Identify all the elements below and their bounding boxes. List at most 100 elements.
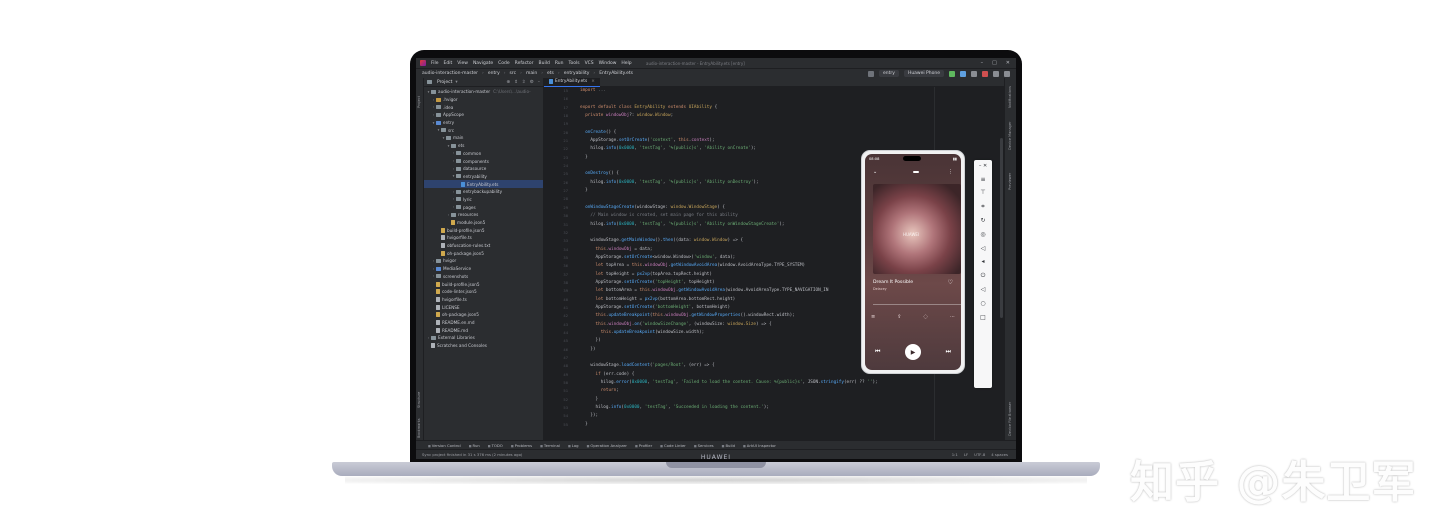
- tree-item[interactable]: Scratches and Consoles: [424, 342, 543, 350]
- tree-item[interactable]: ▾ audio-interaction-master C:\Users\...\au…: [424, 88, 543, 96]
- volume-down-icon[interactable]: ◂: [981, 258, 984, 265]
- search-icon[interactable]: [993, 70, 999, 77]
- caret-position[interactable]: 1:1: [952, 452, 958, 457]
- close-icon[interactable]: ✕: [1006, 60, 1010, 66]
- run-icon[interactable]: [949, 70, 955, 77]
- menu-view[interactable]: View: [457, 61, 468, 66]
- tree-item[interactable]: oh-package.json5: [424, 249, 543, 257]
- progress-bar[interactable]: [873, 304, 961, 305]
- tool-arkui-inspector[interactable]: ArkUI Inspector: [743, 443, 776, 448]
- tree-item[interactable]: › entrybackupability: [424, 188, 543, 196]
- next-icon[interactable]: ⏭: [946, 348, 951, 356]
- tree-item[interactable]: › hvigor: [424, 257, 543, 265]
- close-tab-icon[interactable]: ×: [591, 79, 595, 84]
- previewer-tool-button[interactable]: Previewer: [1008, 173, 1012, 190]
- bookmarks-tool-button[interactable]: Bookmarks: [417, 418, 421, 438]
- menu-edit[interactable]: Edit: [444, 61, 453, 66]
- device-select[interactable]: Huawei Phone: [903, 70, 944, 77]
- more-options-icon[interactable]: ⋯: [950, 314, 955, 320]
- more-icon[interactable]: ⋮: [948, 169, 953, 175]
- recent-apps-icon[interactable]: □: [980, 314, 986, 321]
- crop-icon[interactable]: ⌗: [981, 203, 984, 211]
- breadcrumb-main[interactable]: main: [526, 71, 537, 76]
- home-icon[interactable]: ○: [980, 300, 985, 307]
- expand-all-icon[interactable]: ⇕: [514, 80, 518, 85]
- maximize-icon[interactable]: □: [992, 60, 997, 66]
- tool-problems[interactable]: Problems: [511, 443, 533, 448]
- tree-item[interactable]: › .idea: [424, 103, 543, 111]
- tree-item[interactable]: README.md: [424, 326, 543, 334]
- menu-window[interactable]: Window: [599, 61, 617, 66]
- back-icon[interactable]: ◁: [981, 286, 986, 293]
- chevron-down-icon[interactable]: ⌄: [873, 169, 877, 175]
- rotate-icon[interactable]: ↻: [980, 217, 985, 224]
- tree-item[interactable]: › pages: [424, 203, 543, 211]
- project-tool-button[interactable]: Project: [417, 96, 421, 108]
- tree-item[interactable]: ▾ entry: [424, 119, 543, 127]
- tool-profiler[interactable]: Profiler: [635, 443, 652, 448]
- close-icon[interactable]: – ✕: [979, 163, 987, 169]
- stop-icon[interactable]: [982, 70, 988, 77]
- gear-icon[interactable]: [1004, 70, 1010, 77]
- menu-vcs[interactable]: VCS: [585, 61, 594, 66]
- phone-screen[interactable]: 08:08 ▮▮ ⌄ ⋮ HUAWEI Dream It Possible De…: [865, 154, 961, 370]
- tree-item[interactable]: › screenshots: [424, 273, 543, 281]
- breadcrumb-entryability[interactable]: entryability: [564, 71, 590, 76]
- editor-tab[interactable]: EntryAbility.ets ×: [544, 77, 600, 87]
- indent-setting[interactable]: 4 spaces: [991, 452, 1008, 457]
- menu-refactor[interactable]: Refactor: [515, 61, 534, 66]
- volume-up-icon[interactable]: ◁: [981, 245, 986, 252]
- collapse-all-icon[interactable]: ⇳: [522, 80, 526, 85]
- tree-item[interactable]: › datasource: [424, 165, 543, 173]
- menu-navigate[interactable]: Navigate: [473, 61, 493, 66]
- tool-run[interactable]: Run: [469, 443, 480, 448]
- power-icon[interactable]: ⏻: [981, 272, 986, 280]
- profile-icon[interactable]: [971, 70, 977, 77]
- menu-help[interactable]: Help: [621, 61, 631, 66]
- tree-item[interactable]: hvigorfile.ts: [424, 234, 543, 242]
- gear-icon[interactable]: ⚙: [530, 80, 534, 85]
- notifications-tool-button[interactable]: Notifications: [1008, 86, 1012, 108]
- breadcrumb-project[interactable]: audio-interaction-master: [422, 71, 478, 76]
- tree-item[interactable]: code-linter.json5: [424, 288, 543, 296]
- menu-file[interactable]: File: [431, 61, 439, 66]
- project-panel-title[interactable]: Project: [437, 80, 452, 85]
- tree-item[interactable]: obfuscation-rules.txt: [424, 242, 543, 250]
- editor-scrollbar[interactable]: [1000, 138, 1003, 318]
- tree-item[interactable]: › AppScope: [424, 111, 543, 119]
- tree-item[interactable]: LICENSE: [424, 303, 543, 311]
- breadcrumb-entry[interactable]: entry: [488, 71, 500, 76]
- hide-icon[interactable]: –: [538, 80, 540, 85]
- breadcrumb-file[interactable]: EntryAbility.ets: [599, 71, 633, 76]
- tool-todo[interactable]: TODO: [488, 443, 503, 448]
- settings-icon[interactable]: [868, 70, 875, 77]
- tool-log[interactable]: Log: [568, 443, 579, 448]
- tree-item[interactable]: › components: [424, 157, 543, 165]
- tool-services[interactable]: Services: [694, 443, 714, 448]
- comment-icon[interactable]: ◌: [924, 314, 928, 320]
- menu-code[interactable]: Code: [498, 61, 510, 66]
- tree-item[interactable]: build-profile.json5: [424, 280, 543, 288]
- tree-item[interactable]: ▾ main: [424, 134, 543, 142]
- tree-item[interactable]: › lyric: [424, 196, 543, 204]
- tree-item[interactable]: EntryAbility.ets: [424, 180, 543, 188]
- device-file-browser-tool-button[interactable]: Device File Browser: [1008, 402, 1012, 436]
- chevron-down-icon[interactable]: ▾: [455, 80, 457, 85]
- locate-icon[interactable]: ⊕: [506, 80, 510, 85]
- device-manager-tool-button[interactable]: Device Manager: [1008, 122, 1012, 150]
- debug-icon[interactable]: [960, 70, 966, 77]
- tree-item[interactable]: hvigorfile.ts: [424, 296, 543, 304]
- tool-build[interactable]: Build: [722, 443, 735, 448]
- menu-run[interactable]: Run: [555, 61, 564, 66]
- tree-item[interactable]: README.en.md: [424, 319, 543, 327]
- line-separator[interactable]: LF: [964, 452, 968, 457]
- tree-item[interactable]: build-profile.json5: [424, 226, 543, 234]
- play-button[interactable]: ▶: [905, 344, 921, 360]
- heart-icon[interactable]: ♡: [948, 279, 953, 286]
- file-encoding[interactable]: UTF-8: [974, 452, 985, 457]
- tool-version-control[interactable]: Version Control: [428, 443, 461, 448]
- location-icon[interactable]: ◎: [980, 231, 985, 238]
- tree-item[interactable]: › External Libraries: [424, 334, 543, 342]
- tool-code-linter[interactable]: Code Linter: [660, 443, 686, 448]
- previous-icon[interactable]: ⏮: [875, 348, 880, 356]
